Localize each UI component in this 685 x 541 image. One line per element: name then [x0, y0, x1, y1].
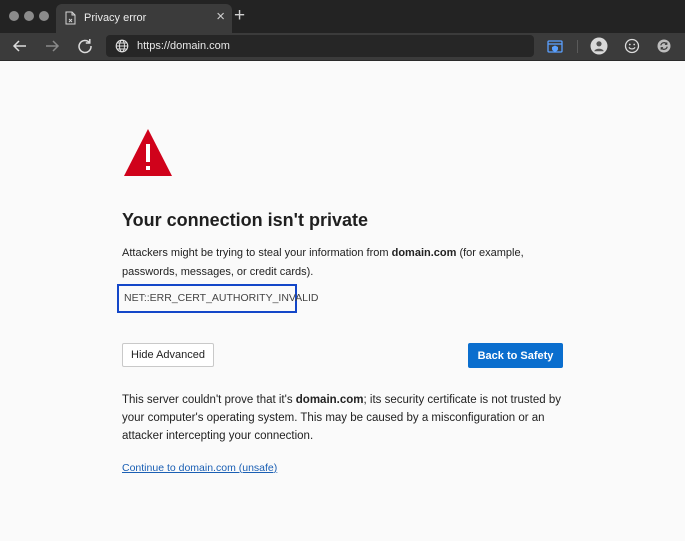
sync-icon[interactable] [654, 36, 674, 56]
address-bar[interactable]: https://domain.com [106, 35, 534, 57]
url-text: https://domain.com [137, 40, 230, 52]
intro-text: Attackers might be trying to steal your … [122, 244, 562, 282]
page-title: Your connection isn't private [122, 210, 368, 230]
window-zoom-button[interactable] [39, 11, 49, 21]
window-close-button[interactable] [9, 11, 19, 21]
profile-icon[interactable] [589, 36, 609, 56]
toolbar-separator [577, 40, 578, 53]
tab-close-icon[interactable]: × [216, 9, 225, 24]
intro-text-start: Attackers might be trying to steal your … [122, 247, 392, 259]
new-tab-button[interactable]: + [234, 6, 245, 25]
tab-bar: Privacy error × + [0, 0, 685, 33]
globe-icon[interactable] [115, 39, 129, 53]
advanced-text-start: This server couldn't prove that it's [122, 394, 296, 406]
intro-domain: domain.com [391, 247, 457, 259]
warning-triangle-icon [124, 129, 172, 176]
smiley-icon[interactable] [622, 36, 642, 56]
page-error-icon [65, 11, 76, 25]
refresh-icon[interactable] [75, 36, 95, 56]
advanced-details-text: This server couldn't prove that it's dom… [122, 391, 562, 445]
back-to-safety-button[interactable]: Back to Safety [468, 343, 563, 368]
browser-toolbar: https://domain.com [0, 33, 685, 61]
continue-unsafe-link[interactable]: Continue to domain.com (unsafe) [122, 462, 277, 474]
advanced-domain: domain.com [295, 394, 364, 406]
extension-icon[interactable] [545, 36, 565, 56]
tab-privacy-error[interactable]: Privacy error × [56, 4, 232, 33]
error-code-box: NET::ERR_CERT_AUTHORITY_INVALID [117, 284, 319, 313]
window-minimize-button[interactable] [24, 11, 34, 21]
hide-advanced-button[interactable]: Hide Advanced [122, 343, 214, 367]
arrow-left-icon[interactable] [10, 36, 30, 56]
browser-window: Privacy error × + https://domain.com You… [0, 0, 685, 541]
arrow-right-icon[interactable] [42, 36, 62, 56]
error-code: NET::ERR_CERT_AUTHORITY_INVALID [124, 292, 319, 304]
tab-title: Privacy error [84, 12, 147, 24]
